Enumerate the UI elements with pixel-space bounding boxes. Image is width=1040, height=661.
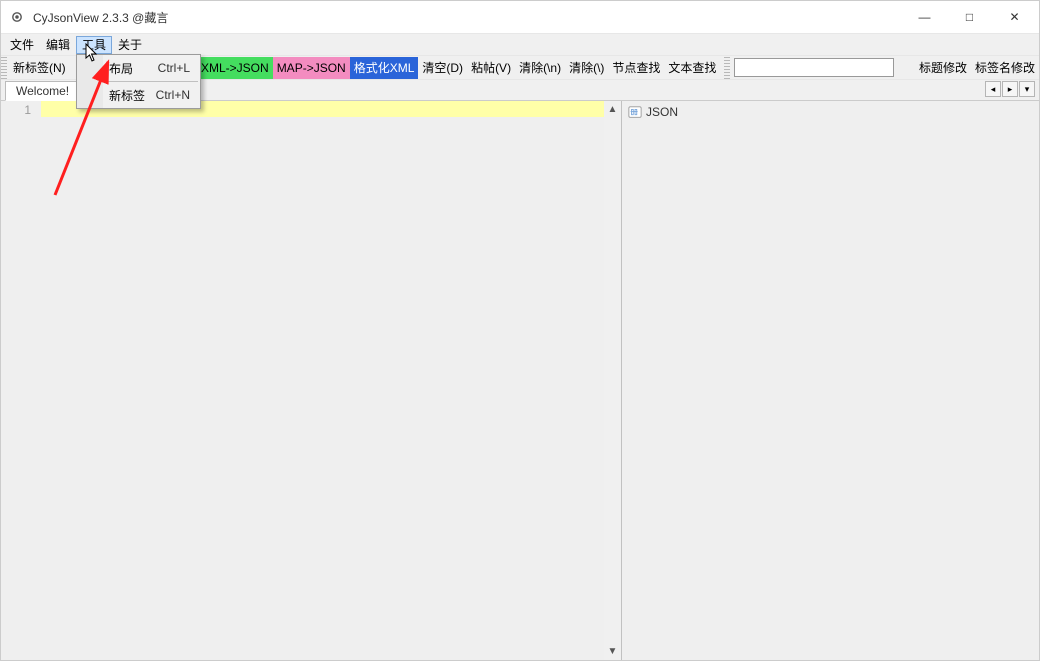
tool-tabname-modify[interactable]: 标签名修改 [971,57,1039,79]
tool-newtab[interactable]: 新标签(N) [9,57,70,79]
tree-root-node[interactable]: JSON [628,105,1033,119]
line-number-1: 1 [1,103,31,117]
tool-clear[interactable]: 清空(D) [418,57,467,79]
scroll-up-button[interactable]: ▲ [604,101,621,118]
minimize-button[interactable]: — [902,2,947,32]
dropdown-layout-shortcut: Ctrl+L [158,61,200,75]
editor-gutter: 1 [1,101,41,660]
tab-nav: ◂ ▸ ▾ [985,81,1035,97]
menu-file[interactable]: 文件 [4,36,40,54]
dropdown-separator [105,81,198,82]
titlebar: CyJsonView 2.3.3 @藏言 — □ ✕ [1,1,1039,33]
tool-search-input[interactable] [734,58,894,77]
tool-map-to-json[interactable]: MAP->JSON [273,57,350,79]
tree-pane: JSON [622,101,1039,660]
tool-format-xml[interactable]: 格式化XML [350,57,419,79]
tool-strip-backslash[interactable]: 清除(\) [565,57,608,79]
toolbar-grip-2 [724,57,730,79]
scroll-down-button[interactable]: ▼ [604,643,621,660]
tool-strip-newline[interactable]: 清除(\n) [515,57,565,79]
menu-about[interactable]: 关于 [112,36,148,54]
app-icon [7,7,27,27]
dropdown-newtab-shortcut: Ctrl+N [156,88,200,102]
tab-menu-button[interactable]: ▾ [1019,81,1035,97]
tree-root-label: JSON [646,105,678,119]
menubar: 文件 编辑 工具 关于 [1,33,1039,55]
dropdown-newtab-label: 新标签 [109,87,145,104]
dropdown-layout-label: 布局 [109,60,133,77]
tab-welcome[interactable]: Welcome! [5,81,80,101]
tool-dropdown: 布局 Ctrl+L 新标签 Ctrl+N [76,54,201,109]
tool-node-find[interactable]: 节点查找 [608,57,664,79]
text-editor[interactable] [41,101,604,660]
dropdown-layout[interactable]: 布局 Ctrl+L [77,57,200,79]
tab-prev-button[interactable]: ◂ [985,81,1001,97]
toolbar-grip [1,57,7,79]
maximize-button[interactable]: □ [947,2,992,32]
tool-xml-to-json[interactable]: XML->JSON [197,57,273,79]
menu-edit[interactable]: 编辑 [40,36,76,54]
close-button[interactable]: ✕ [992,2,1037,32]
json-icon [628,105,642,119]
dropdown-newtab[interactable]: 新标签 Ctrl+N [77,84,200,106]
editor-scrollbar[interactable]: ▲ ▼ [604,101,621,660]
menu-tool[interactable]: 工具 [76,36,112,54]
scroll-track[interactable] [604,118,621,643]
tab-next-button[interactable]: ▸ [1002,81,1018,97]
tool-paste[interactable]: 粘帖(V) [467,57,515,79]
tool-title-modify[interactable]: 标题修改 [915,57,971,79]
tool-text-find[interactable]: 文本查找 [664,57,720,79]
editor-pane: 1 ▲ ▼ [1,101,622,660]
app-title: CyJsonView 2.3.3 @藏言 [33,9,168,26]
